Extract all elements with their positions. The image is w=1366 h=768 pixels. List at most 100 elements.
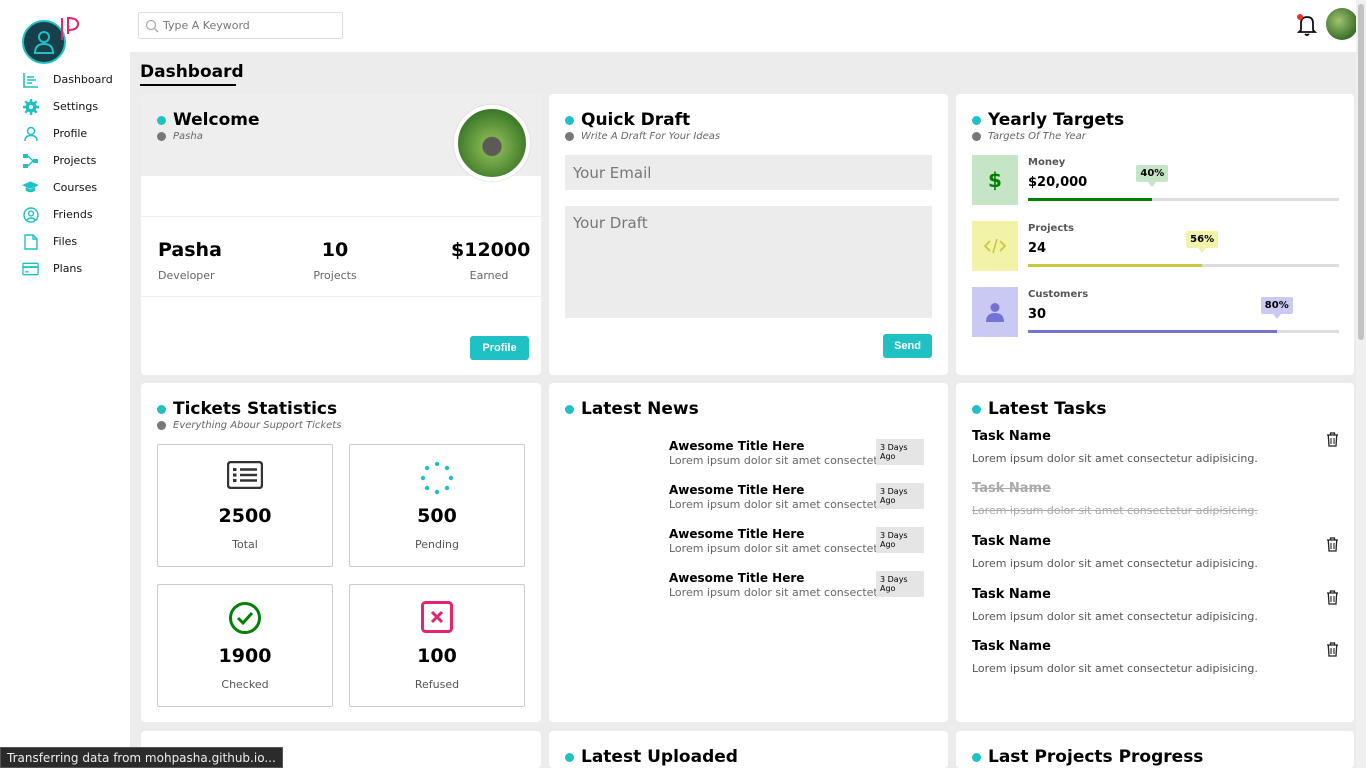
task-name: Task Name	[972, 639, 1051, 654]
target-name: Customers	[1028, 289, 1089, 300]
progress-track	[1028, 198, 1339, 201]
stat-earned: $12000 Earned	[451, 239, 531, 282]
ticket-label: Checked	[221, 678, 269, 691]
card-subtitle: Pasha	[157, 131, 203, 142]
task-item: Task Name Lorem ipsum dolor sit amet con…	[972, 429, 1339, 465]
trash-icon[interactable]	[1326, 537, 1339, 552]
sidebar-item-settings[interactable]: Settings	[0, 93, 130, 120]
task-desc: Lorem ipsum dolor sit amet consectetur a…	[972, 662, 1258, 675]
card-title: Last Projects Progress	[972, 747, 1203, 767]
card-subtitle: Everything Abour Support Tickets	[157, 420, 341, 431]
task-name: Task Name	[972, 587, 1051, 602]
chart-icon	[22, 71, 39, 88]
search-input[interactable]	[163, 19, 333, 32]
card-title: Yearly Targets	[972, 110, 1124, 130]
email-field[interactable]	[565, 155, 932, 190]
card-title: Tickets Statistics	[157, 399, 337, 419]
trash-icon[interactable]	[1326, 590, 1339, 605]
task-item: Task Name Lorem ipsum dolor sit amet con…	[972, 534, 1339, 570]
target-projects: Projects 24 56%	[972, 221, 1339, 271]
page-scrollbar[interactable]	[1356, 0, 1366, 768]
user-circle-icon	[22, 206, 39, 223]
card-subtitle: Targets Of The Year	[972, 131, 1086, 142]
profile-button[interactable]: Profile	[470, 336, 529, 360]
check-circle-icon	[229, 602, 261, 634]
target-name: Money	[1028, 157, 1066, 168]
top-bar	[130, 0, 1358, 52]
card-title: Latest Tasks	[972, 399, 1107, 419]
graduation-cap-icon	[22, 179, 39, 196]
tickets-card: Tickets Statistics Everything Abour Supp…	[141, 383, 541, 722]
progress-percent: 80%	[1260, 297, 1293, 319]
welcome-stats: Pasha Developer 10 Projects $12000 Earne…	[141, 216, 541, 297]
code-icon	[984, 238, 1006, 254]
sidebar-item-label: Profile	[53, 127, 88, 140]
news-item[interactable]: Awesome Title Here Lorem ipsum dolor sit…	[669, 571, 924, 607]
sidebar-nav: Dashboard Settings Profile Projects Cour…	[0, 66, 130, 282]
task-desc: Lorem ipsum dolor sit amet consectetur a…	[972, 557, 1258, 570]
task-name: Task Name	[972, 481, 1051, 496]
news-item[interactable]: Awesome Title Here Lorem ipsum dolor sit…	[669, 483, 924, 519]
draft-textarea[interactable]	[565, 206, 932, 318]
list-icon	[227, 461, 263, 489]
task-item-done: Task Name Lorem ipsum dolor sit amet con…	[972, 481, 1339, 517]
search-box[interactable]	[138, 12, 343, 39]
task-name: Task Name	[972, 429, 1051, 444]
sidebar-item-label: Dashboard	[53, 73, 113, 86]
profile-photo	[454, 105, 530, 181]
send-button[interactable]: Send	[883, 334, 932, 358]
sidebar-item-dashboard[interactable]: Dashboard	[0, 66, 130, 93]
ticket-total: 2500 Total	[157, 444, 333, 567]
target-value: 24	[1028, 241, 1047, 256]
file-icon	[22, 233, 39, 250]
ticket-pending: 500 Pending	[349, 444, 525, 567]
stat-name: Pasha Developer	[158, 239, 222, 282]
progress-fill	[1028, 330, 1277, 333]
x-box-icon	[421, 601, 453, 633]
progress-fill	[1028, 198, 1153, 201]
page-title: Dashboard	[140, 62, 244, 86]
trash-icon[interactable]	[1326, 642, 1339, 657]
sidebar-item-profile[interactable]: Profile	[0, 120, 130, 147]
news-item[interactable]: Awesome Title Here Lorem ipsum dolor sit…	[669, 439, 924, 475]
diagram-icon	[22, 152, 39, 169]
user-outline-icon	[22, 125, 39, 142]
news-item[interactable]: Awesome Title Here Lorem ipsum dolor sit…	[669, 527, 924, 563]
news-date: 3 Days Ago	[876, 527, 924, 553]
latest-uploaded-card: Latest Uploaded	[549, 731, 948, 768]
sidebar-item-label: Settings	[53, 100, 99, 113]
card-title: Latest Uploaded	[565, 747, 738, 767]
gear-icon	[22, 98, 39, 115]
latest-tasks-card: Latest Tasks Task Name Lorem ipsum dolor…	[956, 383, 1354, 722]
latest-news-card: Latest News Awesome Title Here Lorem ips…	[549, 383, 948, 722]
sidebar-item-friends[interactable]: Friends	[0, 201, 130, 228]
welcome-card: Welcome Pasha Pasha Developer 10 Project…	[141, 94, 541, 375]
credit-card-icon	[22, 260, 39, 277]
sidebar-item-label: Plans	[53, 262, 83, 275]
news-date: 3 Days Ago	[876, 439, 924, 465]
stat-projects: 10 Projects	[313, 239, 357, 282]
trash-icon[interactable]	[1326, 432, 1339, 447]
progress-fill	[1028, 264, 1203, 267]
ticket-count: 2500	[218, 505, 272, 527]
scrollbar-thumb[interactable]	[1358, 4, 1364, 340]
ticket-refused: 100 Refused	[349, 584, 525, 707]
status-bar: Transferring data from mohpasha.github.i…	[0, 747, 283, 768]
avatar[interactable]	[1326, 8, 1358, 40]
task-item: Task Name Lorem ipsum dolor sit amet con…	[972, 639, 1339, 675]
news-date: 3 Days Ago	[876, 483, 924, 509]
sidebar-item-files[interactable]: Files	[0, 228, 130, 255]
user-icon	[33, 31, 55, 54]
sidebar-item-projects[interactable]: Projects	[0, 147, 130, 174]
sidebar-item-label: Projects	[53, 154, 97, 167]
target-name: Projects	[1028, 223, 1075, 234]
sidebar-item-courses[interactable]: Courses	[0, 174, 130, 201]
yearly-targets-card: Yearly Targets Targets Of The Year $ Mon…	[956, 94, 1354, 375]
card-title: Latest News	[565, 399, 699, 419]
last-projects-progress-card: Last Projects Progress	[956, 731, 1354, 768]
sidebar-item-label: Courses	[53, 181, 98, 194]
user-icon	[986, 303, 1004, 322]
task-desc: Lorem ipsum dolor sit amet consectetur a…	[972, 610, 1258, 623]
sidebar-item-plans[interactable]: Plans	[0, 255, 130, 282]
target-customers: Customers 30 80%	[972, 287, 1339, 337]
